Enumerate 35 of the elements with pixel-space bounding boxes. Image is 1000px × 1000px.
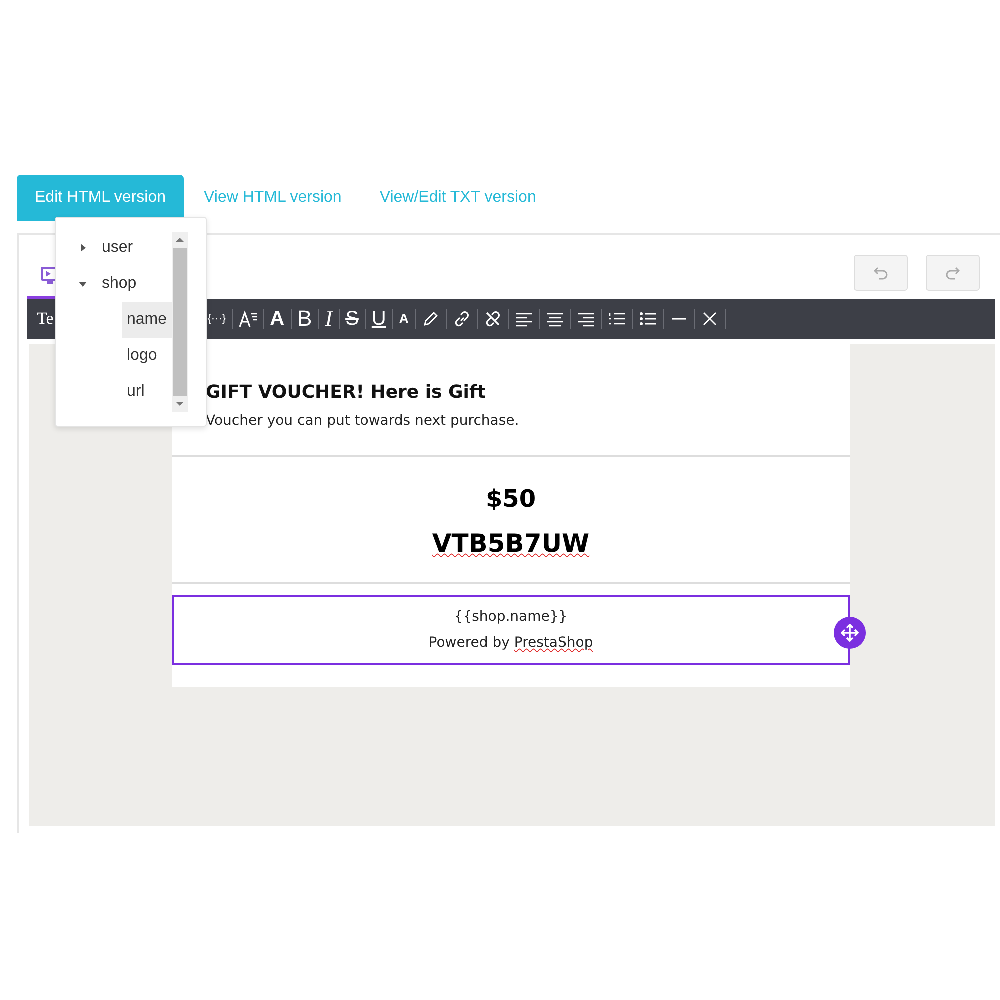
email-heading: GIFT VOUCHER! Here is Gift — [206, 382, 487, 403]
strikethrough-button[interactable]: S — [346, 309, 359, 329]
toolbar-label: Te — [37, 309, 54, 329]
variable-item[interactable]: name — [122, 302, 172, 338]
text-color-button[interactable]: A — [399, 309, 409, 329]
voucher-amount: $50 — [484, 485, 538, 513]
variable-item[interactable]: url — [122, 374, 172, 410]
variable-item[interactable]: logo — [122, 338, 172, 374]
move-handle[interactable] — [834, 617, 866, 649]
link-icon[interactable] — [452, 310, 471, 328]
voucher-code: VTB5B7UW — [432, 529, 590, 558]
redo-icon — [945, 265, 961, 281]
clear-format-icon[interactable] — [700, 310, 719, 328]
variable-group-item[interactable]: user — [56, 230, 172, 266]
scroll-up-icon — [175, 236, 185, 244]
highlighter-icon[interactable] — [422, 310, 440, 328]
font-button[interactable]: A — [270, 309, 285, 329]
italic-button[interactable]: I — [325, 309, 333, 329]
intro-text: Voucher you can put towards next purchase. — [206, 413, 520, 429]
variable-button[interactable]: {···} — [208, 309, 226, 329]
caret-down-icon — [78, 279, 88, 289]
bullet-list-icon[interactable] — [638, 310, 657, 328]
prestashop-link[interactable]: PrestaShop — [514, 635, 594, 651]
move-icon — [841, 624, 859, 642]
scrollbar[interactable] — [172, 232, 188, 412]
font-size-icon[interactable] — [239, 310, 258, 328]
caret-right-icon — [78, 243, 88, 253]
variable-group-item[interactable]: shop — [56, 266, 172, 302]
undo-icon — [873, 265, 889, 281]
footer-block[interactable]: {{shop.name}} Powered by PrestaShop — [172, 595, 850, 665]
bold-button[interactable]: B — [298, 309, 312, 329]
underline-button[interactable]: U — [372, 309, 386, 329]
shop-name-variable: {{shop.name}} — [453, 609, 569, 625]
scroll-down-icon — [175, 400, 185, 408]
unlink-icon[interactable] — [484, 310, 502, 328]
